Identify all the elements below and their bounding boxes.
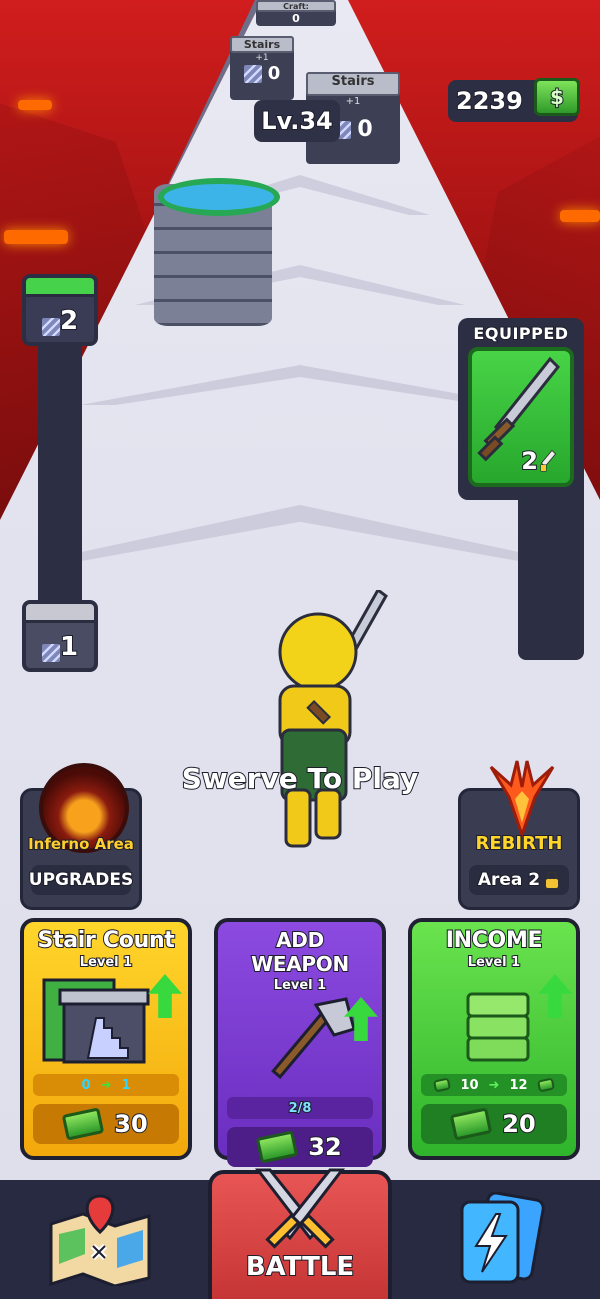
rebirth-title: REBIRTH — [475, 832, 564, 855]
card-cost: 30 — [33, 1104, 179, 1144]
phoenix-icon — [489, 760, 555, 837]
card-title: ADD WEAPON — [250, 927, 350, 977]
gate-title: Stairs — [306, 72, 400, 96]
stair-range: 0 ➜ 1 — [33, 1074, 179, 1096]
level-indicator: Lv.34 — [254, 100, 340, 142]
stairs-gate: Stairs +1 0 — [230, 36, 294, 100]
range-to: 12 — [509, 1077, 528, 1093]
stairs-gate-art — [30, 970, 182, 1074]
equipped-weapon-card[interactable]: 2 — [468, 347, 574, 487]
cost-value: 30 — [113, 1109, 148, 1139]
axe-art — [224, 993, 378, 1097]
crossed-swords-icon — [254, 1168, 346, 1249]
nav-cards[interactable] — [400, 1180, 600, 1299]
stair-count-upgrade-card[interactable]: Stair Count Level 1 0 ➜ 1 30 — [20, 918, 192, 1160]
stairs-icon — [41, 318, 60, 336]
stair-progress-track — [38, 336, 82, 606]
stairs-gate-icon — [42, 978, 150, 1064]
nav-map[interactable] — [0, 1180, 200, 1299]
lock-icon — [545, 871, 559, 889]
cash-icon — [450, 1107, 493, 1141]
cash-icon — [256, 1130, 299, 1164]
cash-amount: 2239 — [455, 86, 524, 116]
cost-value: 20 — [501, 1109, 536, 1139]
stone-well — [154, 178, 280, 326]
up-arrow-icon — [538, 974, 572, 1018]
gate-bonus: +1 — [255, 53, 269, 63]
map-icon — [49, 1193, 151, 1286]
rebirth-area-label: Area 2 — [469, 865, 569, 895]
battle-button[interactable]: BATTLE — [208, 1168, 392, 1299]
cash-icon — [62, 1107, 105, 1141]
card-cost: 20 — [421, 1104, 567, 1144]
equipped-track — [518, 480, 584, 660]
cash-icon — [433, 1077, 452, 1093]
stairs-gate: Craft: 0 — [256, 0, 336, 26]
arrow-right-icon: ➜ — [488, 1077, 500, 1093]
lava-glow — [4, 230, 68, 244]
gate-title: Stairs — [230, 36, 294, 53]
stair-milestone-start: 1 — [22, 600, 98, 672]
gate-value: 0 — [357, 117, 373, 142]
cash-counter: 2239 $ — [448, 78, 580, 122]
cash-icon — [536, 1077, 555, 1093]
weapon-progress: 2/8 — [227, 1097, 373, 1119]
range-to: 1 — [121, 1077, 131, 1093]
range-from: 10 — [460, 1077, 479, 1093]
gate-title: Craft: — [256, 0, 336, 12]
arrow-right-icon: ➜ — [100, 1077, 112, 1093]
small-sword-icon — [540, 450, 556, 472]
gate-value: 0 — [292, 12, 300, 25]
card-level: Level 1 — [273, 977, 327, 994]
stairs-icon — [41, 644, 60, 662]
stair-milestone-current: 2 — [22, 274, 98, 346]
upgrades-label: UPGRADES — [28, 865, 134, 895]
equipped-count: 2 — [520, 446, 556, 476]
equipped-count-value: 2 — [520, 446, 539, 476]
equipped-panel[interactable]: EQUIPPED 2 — [458, 318, 584, 500]
range-from: 0 — [81, 1077, 91, 1093]
cash-icon: $ — [534, 78, 580, 116]
card-level: Level 1 — [467, 954, 521, 971]
stair-milestone-value: 2 — [59, 305, 79, 337]
player-character — [278, 590, 388, 848]
add-weapon-upgrade-card[interactable]: ADD WEAPON Level 1 2/8 32 — [214, 918, 386, 1167]
axe-icon — [271, 997, 356, 1079]
card-level: Level 1 — [79, 954, 133, 971]
card-title: Stair Count — [36, 927, 175, 954]
card-cost: 32 — [227, 1127, 373, 1167]
cash-stack-art — [418, 970, 572, 1074]
battle-label: BATTLE — [245, 1251, 355, 1283]
stair-milestone-value: 1 — [59, 631, 79, 663]
stairs-icon — [243, 64, 262, 83]
equipped-title: EQUIPPED — [472, 323, 569, 344]
income-upgrade-card[interactable]: INCOME Level 1 10 ➜ 12 20 — [408, 918, 580, 1160]
cost-value: 32 — [307, 1132, 342, 1162]
lava-glow — [18, 100, 52, 110]
card-title: INCOME — [445, 927, 544, 954]
cash-stack-icon — [466, 992, 530, 1062]
inferno-area-upgrades-button[interactable]: Inferno Area UPGRADES — [20, 763, 142, 910]
income-range: 10 ➜ 12 — [421, 1074, 567, 1096]
gate-value: 0 — [267, 63, 281, 84]
rebirth-button[interactable]: REBIRTH Area 2 — [458, 760, 580, 910]
area-title: Inferno Area — [27, 834, 135, 854]
lightning-cards-icon — [460, 1191, 545, 1283]
lava-glow — [560, 210, 600, 222]
rebirth-area-text: Area 2 — [477, 869, 541, 891]
